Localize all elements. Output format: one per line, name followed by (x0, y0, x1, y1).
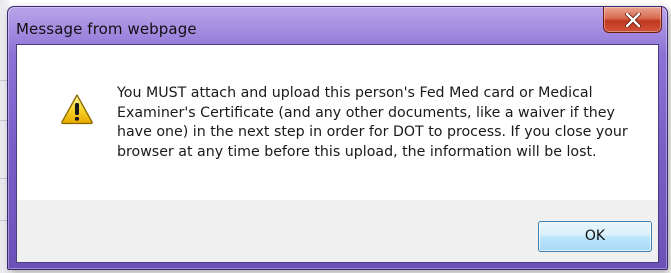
warning-icon (61, 94, 93, 125)
ok-button[interactable]: OK (538, 221, 652, 252)
message-text: You MUST attach and upload this person's… (117, 85, 628, 160)
dialog-title: Message from webpage (16, 20, 197, 38)
dialog-body: You MUST attach and upload this person's… (16, 44, 659, 263)
close-button[interactable] (603, 7, 662, 33)
alert-dialog: Message from webpage You MUST attach and… (7, 6, 668, 270)
button-bar: OK (17, 200, 658, 262)
title-bar[interactable]: Message from webpage (8, 7, 667, 43)
close-icon (624, 12, 641, 27)
message-area: You MUST attach and upload this person's… (17, 45, 658, 200)
